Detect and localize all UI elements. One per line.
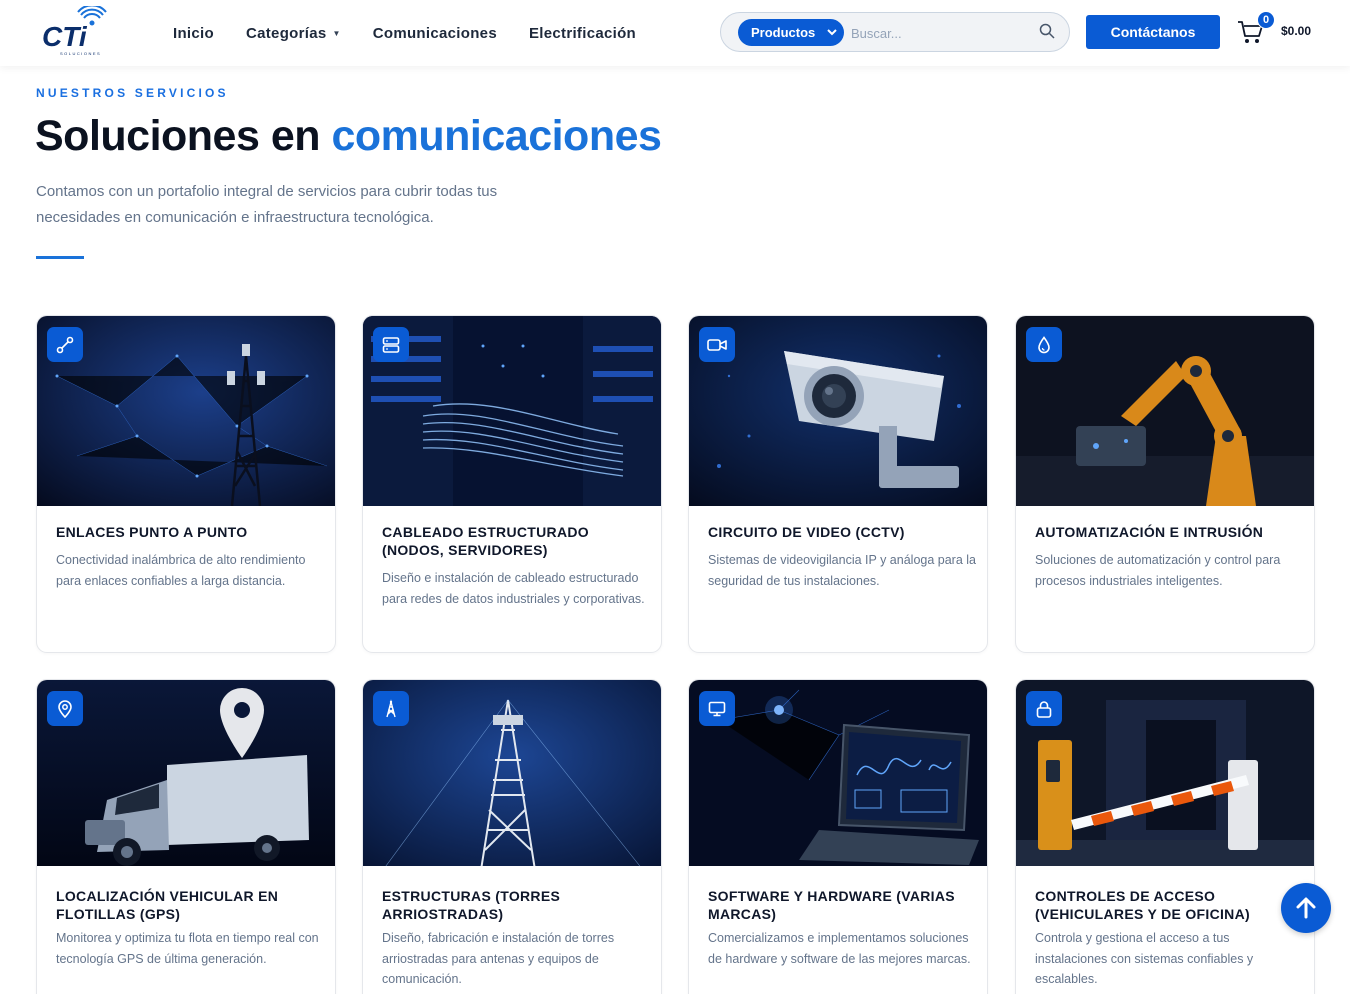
nav-comunicaciones-label: Comunicaciones bbox=[372, 24, 497, 42]
nav-inicio[interactable]: Inicio bbox=[173, 25, 214, 42]
link-icon bbox=[47, 327, 83, 362]
service-title: SOFTWARE Y HARDWARE (VARIAS MARCAS) bbox=[708, 888, 955, 922]
contact-button[interactable]: Contáctanos bbox=[1086, 15, 1220, 49]
section-eyebrow: NUESTROS SERVICIOS bbox=[36, 86, 229, 100]
service-card-acceso[interactable]: CONTROLES DE ACCESO (VEHICULARES Y DE OF… bbox=[1015, 679, 1315, 994]
contact-button-label: Contáctanos bbox=[1110, 24, 1196, 40]
service-title: CABLEADO ESTRUCTURADO (NODOS, SERVIDORES… bbox=[382, 524, 589, 558]
service-card-cableado[interactable]: CABLEADO ESTRUCTURADO (NODOS, SERVIDORES… bbox=[362, 315, 662, 653]
cart-total[interactable]: $0.00 bbox=[1281, 24, 1311, 38]
search-category-label: Productos bbox=[751, 25, 816, 40]
service-text: Diseño e instalación de cableado estruct… bbox=[382, 571, 645, 606]
svg-text:CTi: CTi bbox=[42, 21, 88, 52]
tower-icon bbox=[373, 691, 409, 726]
service-text: Conectividad inalámbrica de alto rendimi… bbox=[56, 553, 306, 588]
search-category-select[interactable]: Productos bbox=[738, 19, 844, 46]
search-icon[interactable] bbox=[1039, 23, 1055, 39]
service-text: Monitorea y optimiza tu flota en tiempo … bbox=[56, 931, 319, 966]
cti-logo-icon: CTi SOLUCIONES bbox=[42, 4, 107, 56]
lock-icon bbox=[1026, 691, 1062, 726]
nav-comunicaciones[interactable]: Comunicaciones bbox=[373, 25, 497, 42]
cart-count-badge: 0 bbox=[1257, 11, 1275, 29]
map-pin-icon bbox=[47, 691, 83, 726]
logo[interactable]: CTi SOLUCIONES bbox=[40, 4, 110, 58]
service-title: CONTROLES DE ACCESO (VEHICULARES Y DE OF… bbox=[1035, 888, 1250, 922]
search-bar: Productos bbox=[720, 12, 1070, 52]
scroll-to-top-button[interactable] bbox=[1281, 883, 1331, 933]
main-nav: Inicio Categorías ▼ Comunicaciones Electr… bbox=[173, 0, 636, 66]
service-text: Comercializamos e implementamos solucion… bbox=[708, 931, 971, 966]
service-title: ESTRUCTURAS (TORRES ARRIOSTRADAS) bbox=[382, 888, 561, 922]
service-card-cctv[interactable]: CIRCUITO DE VIDEO (CCTV) Sistemas de vid… bbox=[688, 315, 988, 653]
nav-categorias[interactable]: Categorías ▼ bbox=[246, 25, 341, 42]
service-text: Sistemas de videovigilancia IP y análoga… bbox=[708, 553, 976, 588]
title-highlight: comunicaciones bbox=[331, 112, 662, 160]
service-title: CIRCUITO DE VIDEO (CCTV) bbox=[708, 524, 905, 540]
nav-inicio-label: Inicio bbox=[173, 24, 214, 42]
service-title: AUTOMATIZACIÓN E INTRUSIÓN bbox=[1035, 524, 1264, 540]
nav-electrificacion-label: Electrificación bbox=[528, 24, 637, 42]
service-text: Controla y gestiona el acceso a tus inst… bbox=[1035, 931, 1254, 986]
caret-down-icon: ▼ bbox=[332, 28, 341, 38]
title-part-1: Soluciones en bbox=[35, 112, 332, 160]
service-title: ENLACES PUNTO A PUNTO bbox=[56, 524, 248, 540]
nav-categorias-label: Categorías bbox=[245, 24, 327, 42]
service-card-gps[interactable]: LOCALIZACIÓN VEHICULAR EN FLOTILLAS (GPS… bbox=[36, 679, 336, 994]
section-description: Contamos con un portafolio integral de s… bbox=[36, 183, 498, 226]
service-card-estructuras[interactable]: ESTRUCTURAS (TORRES ARRIOSTRADAS) Diseño… bbox=[362, 679, 662, 994]
service-card-software[interactable]: SOFTWARE Y HARDWARE (VARIAS MARCAS) Come… bbox=[688, 679, 988, 994]
site-header: CTi SOLUCIONES Inicio Categorías ▼ Comuni… bbox=[0, 0, 1350, 66]
droplet-icon bbox=[1026, 327, 1062, 362]
nav-electrificacion[interactable]: Electrificación bbox=[529, 25, 636, 42]
service-text: Diseño, fabricación e instalación de tor… bbox=[382, 931, 615, 986]
service-text: Soluciones de automatización y control p… bbox=[1035, 553, 1281, 588]
service-card-enlaces[interactable]: ENLACES PUNTO A PUNTO Conectividad inalá… bbox=[36, 315, 336, 653]
svg-text:SOLUCIONES: SOLUCIONES bbox=[60, 51, 101, 56]
chevron-down-icon bbox=[827, 29, 837, 36]
server-icon bbox=[373, 327, 409, 362]
service-card-automatizacion[interactable]: AUTOMATIZACIÓN E INTRUSIÓN Soluciones de… bbox=[1015, 315, 1315, 653]
service-title: LOCALIZACIÓN VEHICULAR EN FLOTILLAS (GPS… bbox=[56, 888, 279, 922]
monitor-icon bbox=[699, 691, 735, 726]
video-camera-icon bbox=[699, 327, 735, 362]
page-title: Soluciones en comunicaciones bbox=[35, 112, 662, 161]
section-divider bbox=[36, 256, 84, 259]
search-input[interactable] bbox=[851, 21, 1031, 45]
arrow-up-icon bbox=[1296, 897, 1316, 919]
